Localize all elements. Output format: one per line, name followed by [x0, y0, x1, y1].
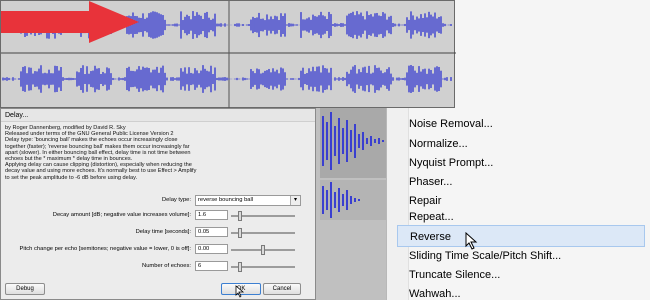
dialog-description: by Roger Dannenberg, modified by David R…: [5, 125, 305, 181]
menu-item-noise-removal[interactable]: Noise Removal...: [397, 113, 645, 135]
number-of-echoes-slider[interactable]: [231, 262, 295, 272]
dropdown-chevron-icon: ▾: [290, 196, 300, 205]
mouse-cursor-icon: [465, 232, 478, 250]
decay-amount-row: Decay amount [dB; negative value increas…: [5, 210, 311, 222]
cancel-button[interactable]: Cancel: [263, 283, 301, 295]
dialog-title: Delay...: [1, 109, 315, 122]
decay-amount-label: Decay amount [dB; negative value increas…: [52, 212, 191, 218]
debug-button[interactable]: Debug: [5, 283, 45, 295]
delay-time-input[interactable]: 0.05: [195, 227, 228, 237]
number-of-echoes-input[interactable]: 6: [195, 261, 228, 271]
pitch-change-slider[interactable]: [231, 245, 295, 255]
decay-amount-slider[interactable]: [231, 211, 295, 221]
slider-thumb[interactable]: [238, 262, 242, 272]
decay-amount-input[interactable]: 1.6: [195, 210, 228, 220]
delay-time-row: Delay time [seconds]: 0.05: [5, 227, 311, 239]
menu-item-wahwah[interactable]: Wahwah...: [397, 283, 645, 300]
description-line: to set the peak amplitude to -6 dB befor…: [5, 174, 138, 181]
delay-dialog: Delay... by Roger Dannenberg, modified b…: [0, 108, 316, 300]
delay-type-select[interactable]: reverse bouncing ball ▾: [195, 195, 301, 206]
waveform-zoom-panel: [0, 0, 456, 109]
delay-type-row: Delay type: reverse bouncing ball ▾: [5, 195, 311, 207]
delay-type-label: Delay type:: [162, 197, 191, 203]
delay-time-slider[interactable]: [231, 228, 295, 238]
slider-thumb[interactable]: [238, 211, 242, 221]
number-of-echoes-row: Number of echoes: 6: [5, 261, 311, 273]
delay-type-value: reverse bouncing ball: [198, 197, 254, 203]
pitch-change-label: Pitch change per echo [semitones; negati…: [19, 246, 192, 252]
pitch-change-row: Pitch change per echo [semitones; negati…: [5, 244, 311, 256]
pitch-change-input[interactable]: 0.00: [195, 244, 228, 254]
slider-thumb[interactable]: [238, 228, 242, 238]
delay-time-label: Delay time [seconds]:: [135, 229, 191, 235]
arrow-right-icon: [1, 1, 139, 43]
slider-thumb[interactable]: [261, 245, 265, 255]
number-of-echoes-label: Number of echoes:: [142, 263, 191, 269]
mouse-cursor-icon: [235, 285, 245, 298]
menu-item-reverse[interactable]: Reverse: [397, 225, 645, 247]
